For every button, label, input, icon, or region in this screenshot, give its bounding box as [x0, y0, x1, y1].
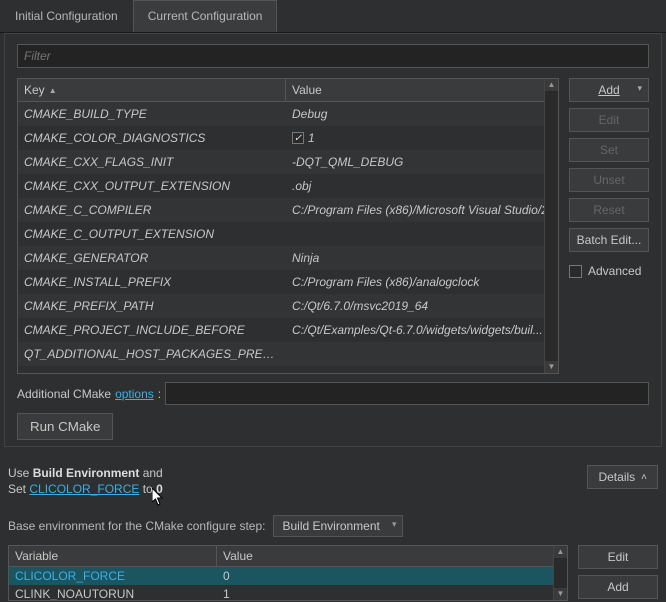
cell-value: C:/Qt/6.7.0/msvc2019_64 [286, 296, 558, 316]
unset-button: Unset [569, 168, 649, 192]
filter-input[interactable] [17, 44, 649, 68]
table-row[interactable]: CMAKE_GENERATORNinja [18, 246, 558, 270]
additional-cmake-label: Additional CMake [17, 387, 111, 401]
cell-key: CMAKE_C_COMPILER [18, 200, 286, 220]
table-row[interactable]: CMAKE_C_OUTPUT_EXTENSION [18, 222, 558, 246]
cell-key: CMAKE_CXX_OUTPUT_EXTENSION [18, 176, 286, 196]
cell-value: 1 [286, 128, 558, 148]
environment-section: Use Build Environment and Set CLICOLOR_F… [8, 465, 658, 601]
env-vars-table: Variable Value CLICOLOR_FORCE0CLINK_NOAU… [8, 545, 568, 601]
colon: : [158, 387, 161, 401]
cell-key: CMAKE_PROJECT_INCLUDE_BEFORE [18, 320, 286, 340]
base-env-label: Base environment for the CMake configure… [8, 519, 265, 533]
table-buttons: Add Edit Set Unset Reset Batch Edit... A… [569, 78, 649, 374]
cell-key: CMAKE_INSTALL_PREFIX [18, 272, 286, 292]
add-button[interactable]: Add [569, 78, 649, 102]
run-cmake-button[interactable]: Run CMake [17, 413, 113, 440]
cell-key: CMAKE_PREFIX_PATH [18, 296, 286, 316]
env-table-row[interactable]: CLINK_NOAUTORUN1 [9, 585, 567, 601]
env-cell-value: 1 [217, 585, 567, 601]
details-toggle[interactable]: Details ˄ [587, 465, 658, 489]
checkbox-icon [292, 132, 304, 144]
env-header-variable[interactable]: Variable [9, 546, 217, 566]
cell-value: C:/Program Files (x86)/analogclock [286, 272, 558, 292]
scroll-up-icon[interactable]: ▲ [545, 79, 558, 91]
batch-edit-button[interactable]: Batch Edit... [569, 228, 649, 252]
advanced-label: Advanced [588, 264, 641, 278]
env-table-row[interactable]: CLICOLOR_FORCE0 [9, 567, 567, 585]
tab-current-config[interactable]: Current Configuration [133, 0, 278, 32]
table-row[interactable]: CMAKE_CXX_OUTPUT_EXTENSION.obj [18, 174, 558, 198]
additional-cmake-input[interactable] [165, 382, 649, 405]
config-tabs: Initial Configuration Current Configurat… [0, 0, 666, 33]
cmake-vars-table: Key ▲ Value CMAKE_BUILD_TYPEDebugCMAKE_C… [17, 78, 559, 374]
cell-key: CMAKE_CXX_FLAGS_INIT [18, 152, 286, 172]
options-link[interactable]: options [115, 387, 154, 401]
cell-key: CMAKE_GENERATOR [18, 248, 286, 268]
table-row[interactable]: CMAKE_BUILD_TYPEDebug [18, 102, 558, 126]
scroll-up-icon[interactable]: ▲ [554, 546, 567, 558]
base-env-select[interactable]: Build Environment [273, 515, 403, 537]
cell-key: CMAKE_BUILD_TYPE [18, 104, 286, 124]
sort-asc-icon: ▲ [49, 86, 57, 95]
reset-button: Reset [569, 198, 649, 222]
env-cell-variable: CLICOLOR_FORCE [9, 567, 217, 585]
env-cell-value: 0 [217, 567, 567, 585]
config-panel: Key ▲ Value CMAKE_BUILD_TYPEDebugCMAKE_C… [4, 33, 662, 447]
table-row[interactable]: CMAKE_INSTALL_PREFIXC:/Program Files (x8… [18, 270, 558, 294]
header-key-label: Key [24, 83, 45, 97]
cell-value: .obj [286, 176, 558, 196]
cell-value: Debug [286, 104, 558, 124]
table-row[interactable]: CMAKE_CXX_FLAGS_INIT-DQT_QML_DEBUG [18, 150, 558, 174]
scroll-down-icon[interactable]: ▼ [545, 361, 558, 373]
env-edit-button[interactable]: Edit [578, 545, 658, 569]
cell-value: -DQT_QML_DEBUG [286, 152, 558, 172]
cell-value: C:/Qt/Examples/Qt-6.7.0/widgets/widgets/… [286, 320, 558, 340]
cell-key: QT_ADDITIONAL_PACKAGES_PREFIX_PATH [18, 368, 286, 372]
table-row[interactable]: CMAKE_PROJECT_INCLUDE_BEFOREC:/Qt/Exampl… [18, 318, 558, 342]
chevron-up-icon: ˄ [641, 472, 647, 483]
env-add-button[interactable]: Add [578, 575, 658, 599]
table-row[interactable]: CMAKE_C_COMPILERC:/Program Files (x86)/M… [18, 198, 558, 222]
edit-button: Edit [569, 108, 649, 132]
env-scrollbar[interactable]: ▲ ▼ [553, 546, 567, 600]
tab-initial-config[interactable]: Initial Configuration [0, 0, 133, 32]
env-header-value[interactable]: Value [217, 546, 567, 566]
clicolor-link[interactable]: CLICOLOR_FORCE [29, 482, 139, 496]
column-header-value[interactable]: Value [286, 79, 558, 101]
table-row[interactable]: QT_ADDITIONAL_PACKAGES_PREFIX_PATH [18, 366, 558, 372]
column-header-key[interactable]: Key ▲ [18, 79, 286, 101]
advanced-checkbox[interactable] [569, 265, 582, 278]
cell-value [286, 231, 558, 237]
cell-key: QT_ADDITIONAL_HOST_PACKAGES_PREFIX_PATH [18, 344, 286, 364]
cell-value: C:/Program Files (x86)/Microsoft Visual … [286, 200, 558, 220]
table-row[interactable]: CMAKE_COLOR_DIAGNOSTICS1 [18, 126, 558, 150]
table-row[interactable]: QT_ADDITIONAL_HOST_PACKAGES_PREFIX_PATH [18, 342, 558, 366]
set-button: Set [569, 138, 649, 162]
env-summary-text: Use Build Environment and Set CLICOLOR_F… [8, 465, 163, 497]
table-row[interactable]: CMAKE_PREFIX_PATHC:/Qt/6.7.0/msvc2019_64 [18, 294, 558, 318]
cell-value [286, 351, 558, 357]
cell-key: CMAKE_C_OUTPUT_EXTENSION [18, 224, 286, 244]
env-cell-variable: CLINK_NOAUTORUN [9, 585, 217, 601]
cell-key: CMAKE_COLOR_DIAGNOSTICS [18, 128, 286, 148]
cell-value: Ninja [286, 248, 558, 268]
table-scrollbar[interactable]: ▲ ▼ [544, 79, 558, 373]
scroll-down-icon[interactable]: ▼ [554, 588, 567, 600]
